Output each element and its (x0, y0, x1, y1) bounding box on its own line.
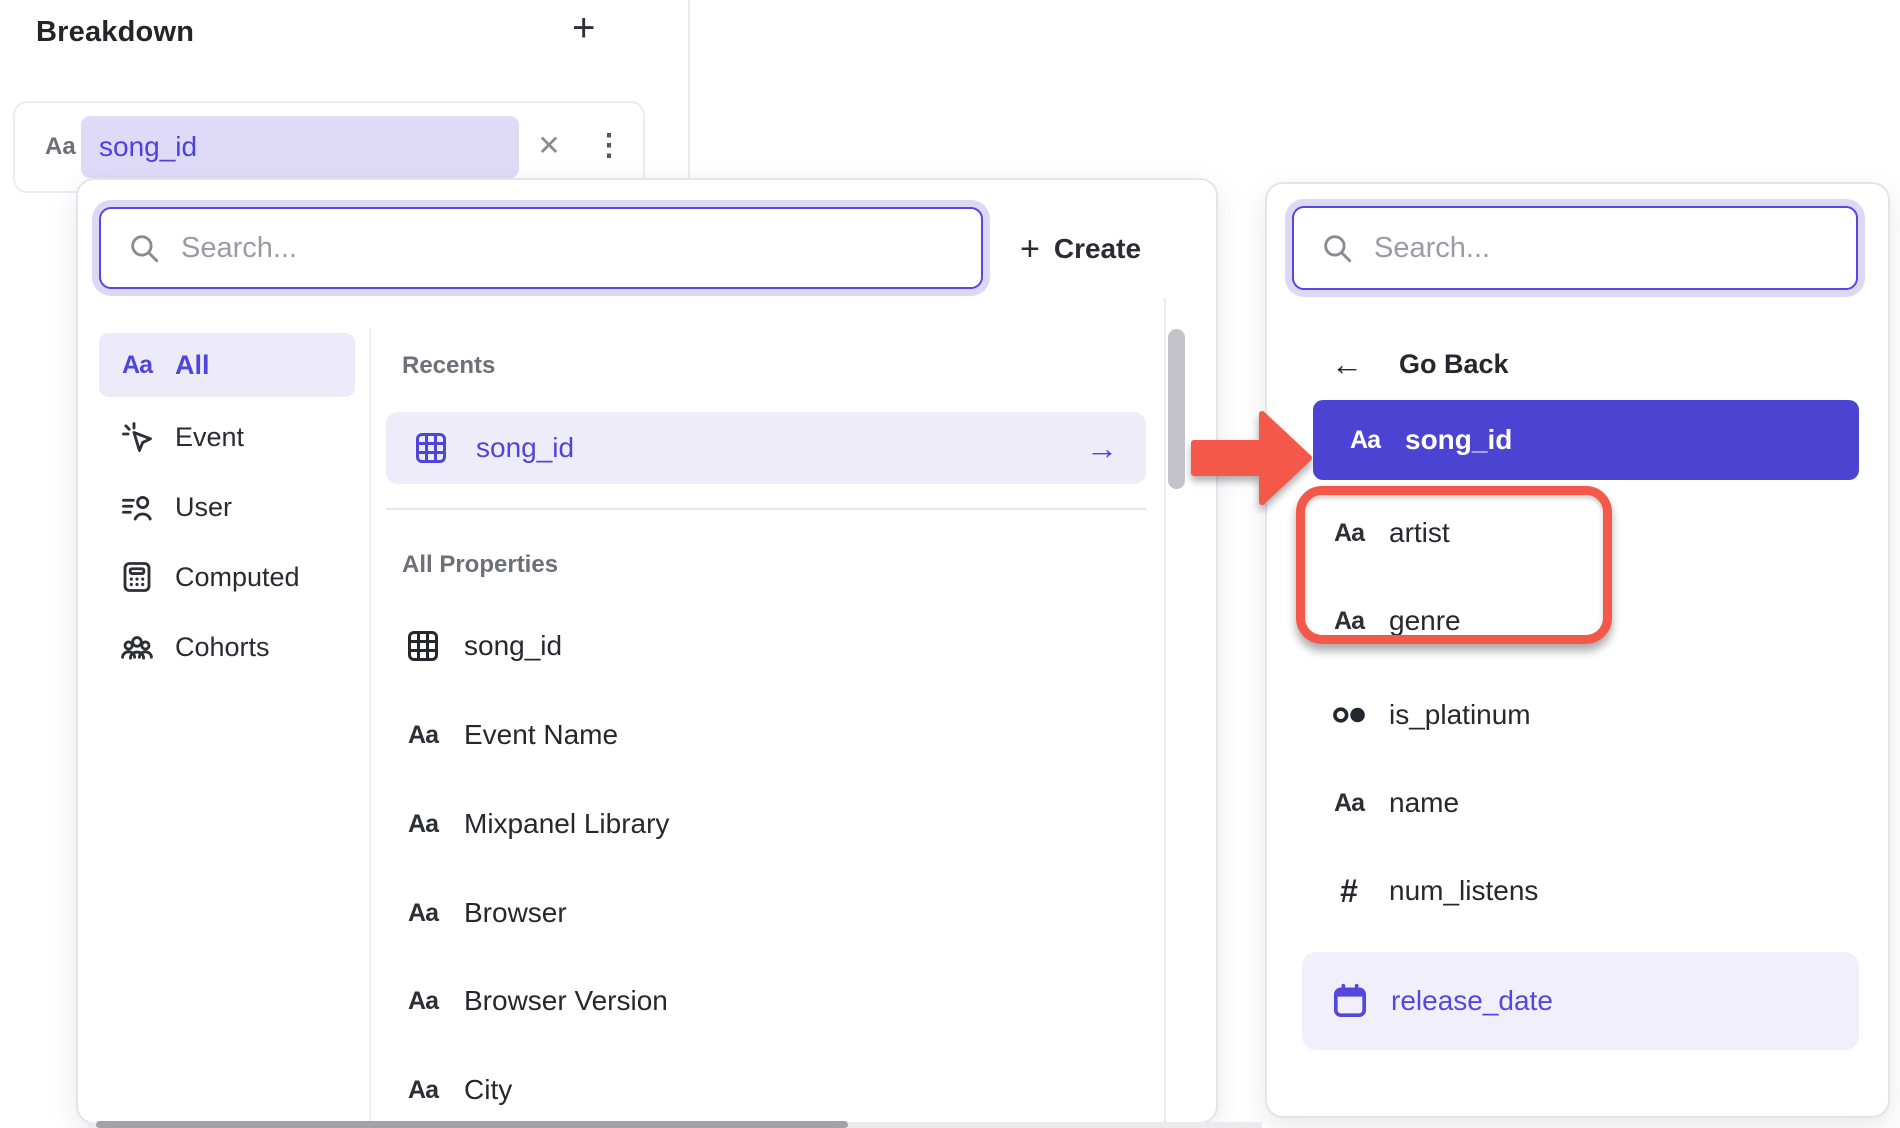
property-item-genre[interactable]: Aa genre (1313, 590, 1859, 652)
list-divider (386, 508, 1146, 510)
table-grid-icon (404, 627, 442, 665)
search-icon (1320, 231, 1354, 265)
boolean-icon (1329, 695, 1369, 735)
text-type-icon: Aa (404, 1071, 442, 1109)
user-list-icon (119, 489, 155, 525)
property-item-is-platinum[interactable]: is_platinum (1313, 684, 1859, 746)
property-item-browser[interactable]: Aa Browser (386, 877, 1106, 949)
plus-icon: + (1020, 232, 1040, 266)
property-item-mixpanel-library[interactable]: Aa Mixpanel Library (386, 788, 1106, 860)
property-item-song-id[interactable]: song_id (386, 610, 1106, 682)
go-back-button[interactable]: ← Go Back (1313, 336, 1613, 392)
property-value-panel: ← Go Back Aa song_id Aa artist Aa genre … (1265, 182, 1890, 1118)
screenshot-root: Breakdown + Aa song_id ✕ ⋮ + Create Aa A… (0, 0, 1900, 1128)
people-icon (119, 629, 155, 665)
arrow-right-icon: → (1086, 430, 1118, 467)
property-item-event-name[interactable]: Aa Event Name (386, 699, 1106, 771)
all-properties-header: All Properties (402, 551, 558, 579)
sidebar-item-event[interactable]: Event (99, 405, 355, 469)
text-type-icon: Aa (404, 805, 442, 843)
sidebar-item-computed[interactable]: Computed (99, 545, 355, 609)
add-breakdown-button[interactable]: + (572, 8, 595, 48)
search-input[interactable] (179, 231, 981, 266)
text-type-icon: Aa (404, 982, 442, 1020)
property-item-browser-version[interactable]: Aa Browser Version (386, 965, 1106, 1037)
sidebar-item-all[interactable]: Aa All (99, 333, 355, 397)
text-type-icon: Aa (404, 716, 442, 754)
number-icon: # (1329, 871, 1369, 911)
breakdown-section-title: Breakdown (36, 16, 194, 49)
search-box (99, 207, 983, 289)
text-type-icon: Aa (1329, 513, 1369, 553)
text-type-icon: Aa (119, 347, 155, 383)
property-item-release-date[interactable]: release_date (1302, 952, 1859, 1050)
recents-header: Recents (402, 352, 495, 380)
text-type-icon: Aa (1345, 420, 1385, 460)
text-type-icon: Aa (1329, 601, 1369, 641)
property-item-num-listens[interactable]: # num_listens (1313, 860, 1859, 922)
table-grid-icon (412, 429, 450, 467)
sidebar-divider (369, 328, 371, 1122)
text-type-icon: Aa (1329, 783, 1369, 823)
sidebar-item-cohorts[interactable]: Cohorts (99, 615, 355, 679)
sidebar-item-user[interactable]: User (99, 475, 355, 539)
create-button[interactable]: + Create (1020, 220, 1141, 278)
search-icon (127, 231, 161, 265)
arrow-left-icon: ← (1331, 346, 1363, 383)
property-item-artist[interactable]: Aa artist (1313, 502, 1859, 564)
horizontal-scrollbar-thumb[interactable] (96, 1121, 848, 1128)
search-box (1292, 206, 1858, 290)
text-type-icon: Aa (45, 103, 76, 191)
property-picker-panel: + Create Aa All Event User (76, 178, 1218, 1124)
event-cursor-icon (119, 419, 155, 455)
calendar-icon (1329, 980, 1371, 1022)
section-divider (688, 0, 690, 178)
scrollbar-thumb[interactable] (1168, 329, 1185, 489)
calculator-icon (119, 559, 155, 595)
recent-item-song-id[interactable]: song_id → (386, 412, 1146, 484)
property-item-name[interactable]: Aa name (1313, 772, 1859, 834)
scrollbar-track (1164, 298, 1166, 1122)
property-item-song-id-selected[interactable]: Aa song_id (1313, 400, 1859, 480)
property-item-city[interactable]: Aa City (386, 1054, 1106, 1126)
breakdown-chip-value[interactable]: song_id (81, 116, 519, 178)
search-input[interactable] (1372, 231, 1856, 266)
text-type-icon: Aa (404, 894, 442, 932)
